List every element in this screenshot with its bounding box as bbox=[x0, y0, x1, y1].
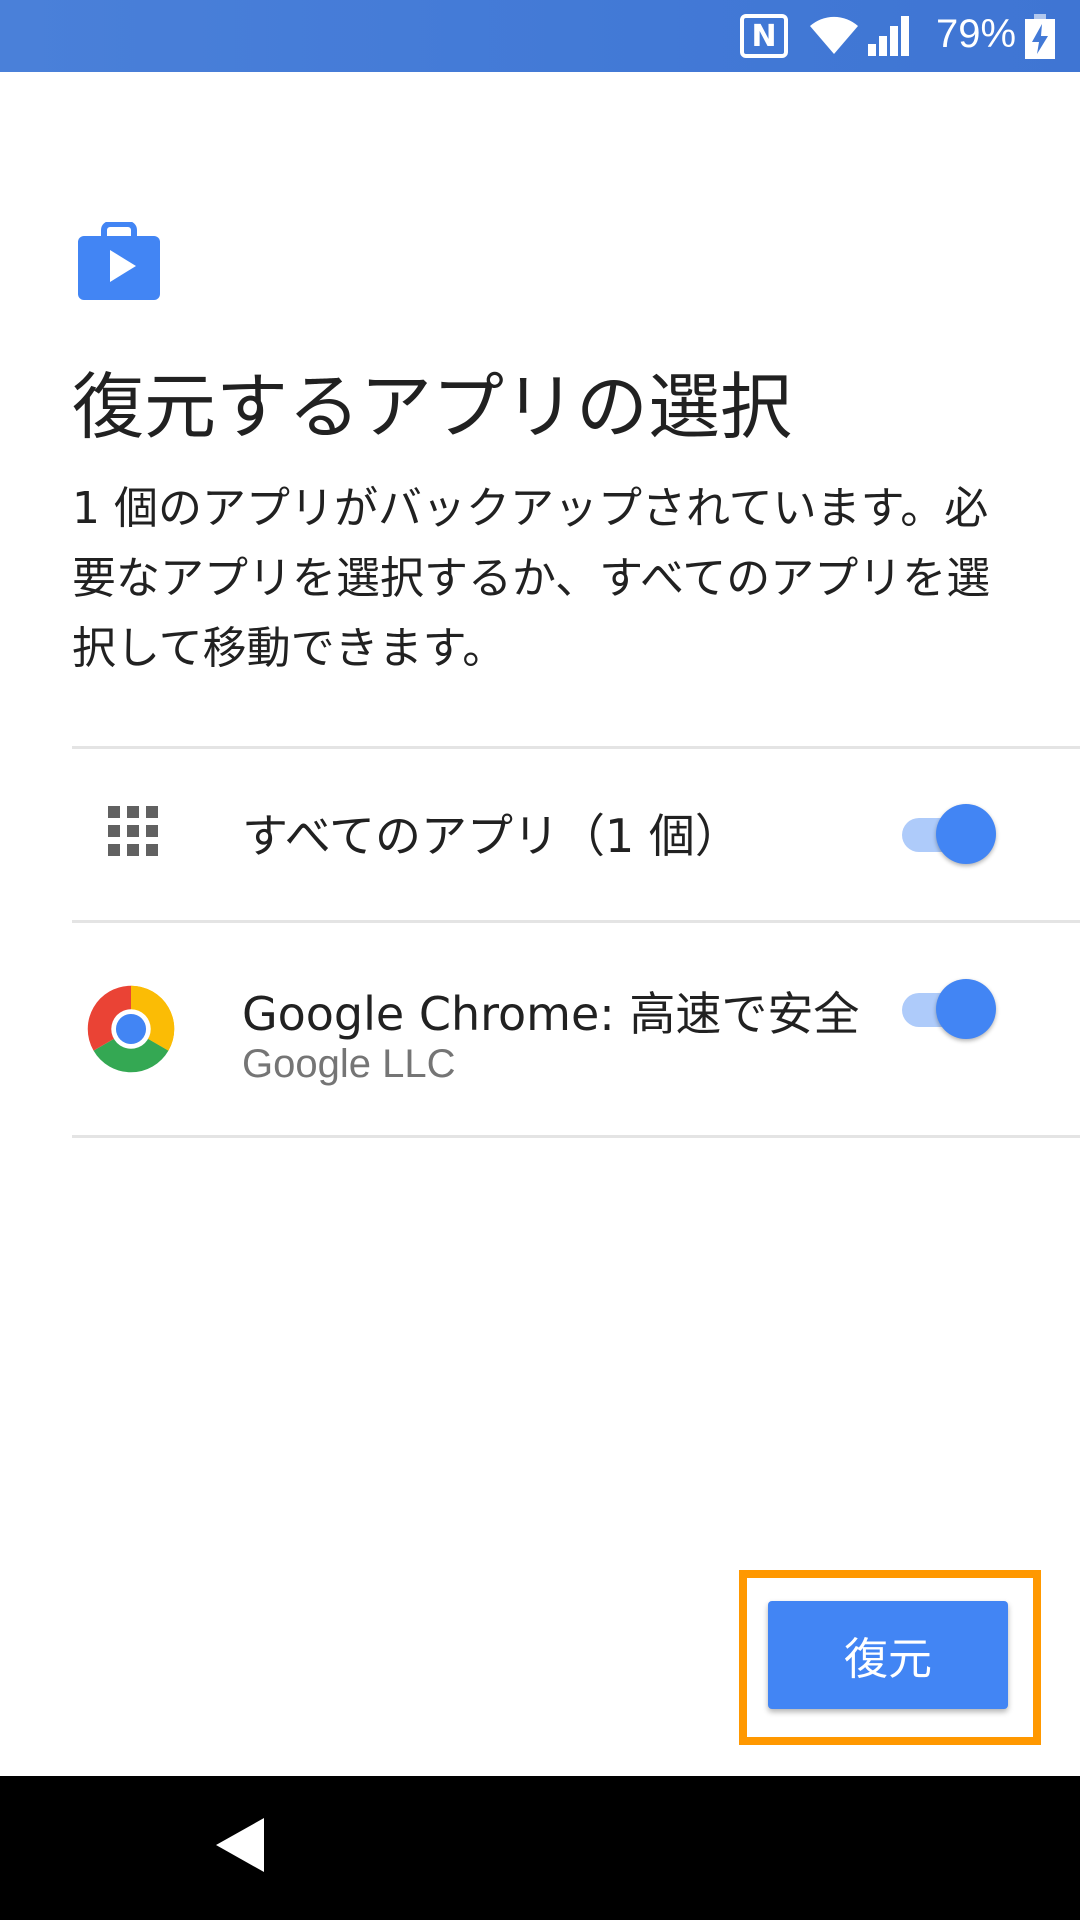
app-list-item-chrome[interactable]: Google Chrome: 高速で安全 Google LLC bbox=[72, 966, 1080, 1096]
nfc-icon: N bbox=[740, 14, 788, 58]
play-store-bag-icon bbox=[78, 222, 160, 300]
back-icon[interactable] bbox=[212, 1814, 268, 1876]
battery-percent: 79% bbox=[936, 12, 1017, 56]
page-description: 1 個のアプリがバックアップされています。必要なアプリを選択するか、すべてのアプ… bbox=[72, 483, 991, 674]
all-apps-toggle[interactable] bbox=[898, 804, 998, 864]
restore-button[interactable]: 復元 bbox=[768, 1601, 1008, 1709]
page-title: 復元するアプリの選択 bbox=[72, 365, 793, 449]
app-developer: Google LLC bbox=[242, 1042, 456, 1086]
divider bbox=[72, 920, 1080, 923]
restore-apps-screen: N 79% 復元するアプリの選択 1 個のアプリがバックアップされています。必要… bbox=[0, 0, 1080, 1920]
divider bbox=[72, 1135, 1080, 1138]
all-apps-row[interactable]: すべてのアプリ（1 個） bbox=[72, 790, 1080, 890]
chrome-icon bbox=[87, 985, 175, 1073]
all-apps-label: すべてのアプリ（1 個） bbox=[242, 809, 741, 863]
app-name: Google Chrome: 高速で安全 bbox=[242, 987, 860, 1041]
divider bbox=[72, 746, 1080, 749]
apps-grid-icon bbox=[108, 806, 158, 856]
wifi-icon bbox=[810, 16, 858, 54]
navigation-bar bbox=[0, 1776, 1080, 1920]
battery-charging-icon bbox=[1025, 14, 1055, 59]
chrome-app-toggle[interactable] bbox=[898, 979, 998, 1039]
signal-icon bbox=[868, 16, 909, 56]
status-bar: N 79% bbox=[0, 0, 1080, 72]
